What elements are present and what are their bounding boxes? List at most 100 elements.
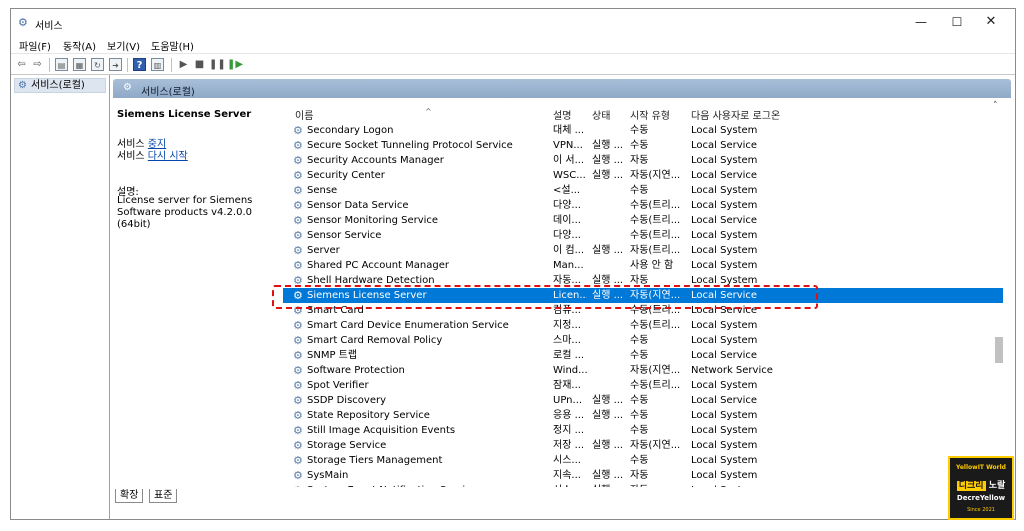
- table-row[interactable]: ⚙ Server 이 컴... 실행 ... 자동(트리... Local System: [283, 243, 1003, 258]
- table-row[interactable]: ⚙ SSDP Discovery UPn... 실행 ... 수동 Local Servi…: [283, 393, 1003, 408]
- back-arrow-icon[interactable]: ⇦: [15, 58, 28, 71]
- service-gear-icon: ⚙: [293, 394, 303, 407]
- service-description: 응용 ...: [553, 410, 585, 421]
- export-list-icon[interactable]: ➜: [109, 58, 122, 71]
- column-header-logon-as[interactable]: 다음 사용자로 로그온: [691, 107, 780, 122]
- service-name: SysMain: [307, 470, 349, 481]
- service-logon-as: Local System: [691, 230, 758, 241]
- restart-service-link[interactable]: 다시 시작: [148, 151, 188, 162]
- toolbar-separator: [49, 58, 50, 72]
- restart-icon[interactable]: ❚▶: [227, 58, 243, 71]
- minimize-button[interactable]: —: [903, 12, 939, 32]
- column-header-startup-type[interactable]: 시작 유형: [630, 107, 670, 122]
- service-status: 실행 ...: [592, 395, 624, 406]
- table-row[interactable]: ⚙ Sensor Data Service 다양... 수동(트리... Local S…: [283, 198, 1003, 213]
- service-logon-as: Local System: [691, 455, 758, 466]
- table-row[interactable]: ⚙ SysMain 지속... 실행 ... 자동 Local System: [283, 468, 1003, 483]
- stop-icon[interactable]: ■: [193, 58, 206, 71]
- scroll-up-arrow-icon[interactable]: ˄: [993, 101, 998, 111]
- table-row[interactable]: ⚙ Secure Socket Tunneling Protocol Servic…: [283, 138, 1003, 153]
- table-row[interactable]: ⚙ Sense <설... 수동 Local System: [283, 183, 1003, 198]
- service-logon-as: Local System: [691, 335, 758, 346]
- column-header-status[interactable]: 상태: [592, 107, 610, 122]
- tab-extended[interactable]: 확장: [115, 489, 144, 503]
- table-row[interactable]: ⚙ Security Center WSC... 실행 ... 자동(지연... Loca…: [283, 168, 1003, 183]
- service-gear-icon: ⚙: [293, 214, 303, 227]
- service-gear-icon: ⚙: [293, 364, 303, 377]
- refresh-icon[interactable]: ↻: [91, 58, 104, 71]
- service-logon-as: Local System: [691, 125, 758, 136]
- table-row[interactable]: ⚙ Smart Card Device Enumeration Service 지정…: [283, 318, 1003, 333]
- service-startup-type: 수동(트리...: [630, 380, 681, 391]
- service-description: 스마...: [553, 335, 581, 346]
- console-tree-icon[interactable]: ▤: [55, 58, 68, 71]
- service-status: 실행 ...: [592, 245, 624, 256]
- service-startup-type: 자동(트리...: [630, 245, 681, 256]
- service-startup-type: 사용 안 함: [630, 260, 674, 271]
- service-gear-icon: ⚙: [293, 334, 303, 347]
- service-gear-icon: ⚙: [293, 199, 303, 212]
- service-startup-type: 수동: [630, 425, 649, 436]
- watermark-logo: YellowIT World 디크리 노랄 DecreYellow Since …: [948, 456, 1014, 520]
- column-header-description[interactable]: 설명: [553, 107, 571, 122]
- service-name: Still Image Acquisition Events: [307, 425, 456, 436]
- console-tree: ⚙ 서비스(로컬): [11, 75, 110, 519]
- service-logon-as: Local System: [691, 185, 758, 196]
- table-row[interactable]: ⚙ Software Protection Wind... 자동(지연... Netwo…: [283, 363, 1003, 378]
- service-description: 정지 ...: [553, 425, 585, 436]
- forward-arrow-icon[interactable]: ⇨: [31, 58, 44, 71]
- properties-icon[interactable]: ▦: [73, 58, 86, 71]
- service-logon-as: Local System: [691, 425, 758, 436]
- service-startup-type: 수동: [630, 140, 649, 151]
- service-name: SNMP 트랩: [307, 350, 358, 361]
- menu-action[interactable]: 동작(A): [63, 38, 96, 53]
- table-row[interactable]: ⚙ State Repository Service 응용 ... 실행 ... 수동 L…: [283, 408, 1003, 423]
- close-button[interactable]: ✕: [973, 12, 1009, 32]
- service-logon-as: Local System: [691, 410, 758, 421]
- table-row[interactable]: ⚙ Still Image Acquisition Events 정지 ... 수동 L…: [283, 423, 1003, 438]
- maximize-button[interactable]: ☐: [939, 12, 975, 32]
- table-row[interactable]: ⚙ SNMP 트랩 로컬 ... 수동 Local Service: [283, 348, 1003, 363]
- table-row[interactable]: ⚙ Sensor Monitoring Service 데이... 수동(트리... L…: [283, 213, 1003, 228]
- table-row[interactable]: ⚙ Security Accounts Manager 이 서... 실행 ... 자동…: [283, 153, 1003, 168]
- service-description: 지속...: [553, 470, 581, 481]
- service-name: State Repository Service: [307, 410, 430, 421]
- table-row[interactable]: ⚙ Sensor Service 다양... 수동(트리... Local System: [283, 228, 1003, 243]
- service-description: 로컬 ...: [553, 350, 585, 361]
- play-icon[interactable]: ▶: [177, 58, 190, 71]
- restart-prefix: 서비스: [117, 151, 148, 162]
- service-gear-icon: ⚙: [293, 349, 303, 362]
- menu-help[interactable]: 도움말(H): [151, 38, 194, 53]
- service-name: Software Protection: [307, 365, 405, 376]
- tab-standard[interactable]: 표준: [149, 489, 178, 503]
- window-title: 서비스: [35, 21, 63, 32]
- column-header-name[interactable]: 이름 ^: [295, 107, 432, 122]
- help-icon[interactable]: ?: [133, 58, 146, 71]
- service-status: 실행 ...: [592, 140, 624, 151]
- show-pane-icon[interactable]: ▥: [151, 58, 164, 71]
- table-row[interactable]: ⚙ Storage Service 저장 ... 실행 ... 자동(지연... Loca…: [283, 438, 1003, 453]
- vertical-scrollbar[interactable]: ˄: [993, 101, 1005, 487]
- service-name: Smart Card Removal Policy: [307, 335, 443, 346]
- service-description: 잠재...: [553, 380, 581, 391]
- table-row[interactable]: ⚙ Shared PC Account Manager Man... 사용 안 함 Lo…: [283, 258, 1003, 273]
- extended-info-panel: Siemens License Server 서비스 중지 서비스 다시 시작 …: [117, 101, 275, 481]
- menu-file[interactable]: 파일(F): [19, 38, 51, 53]
- service-name: Sense: [307, 185, 338, 196]
- scroll-thumb[interactable]: [995, 337, 1003, 363]
- menu-view[interactable]: 보기(V): [107, 38, 140, 53]
- pause-icon[interactable]: ❚❚: [209, 58, 226, 71]
- table-row[interactable]: ⚙ Smart Card Removal Policy 스마... 수동 Local S…: [283, 333, 1003, 348]
- service-startup-type: 자동: [630, 155, 649, 166]
- sort-ascending-icon: ^: [425, 107, 432, 116]
- service-gear-icon: ⚙: [293, 244, 303, 257]
- service-description: 시스...: [553, 455, 581, 466]
- service-description: License server for Siemens Software prod…: [117, 195, 253, 230]
- table-row[interactable]: ⚙ Secondary Logon 대체 ... 수동 Local System: [283, 123, 1003, 138]
- logo-since-text: Since 2021: [967, 507, 995, 513]
- service-startup-type: 수동: [630, 125, 649, 136]
- table-row[interactable]: ⚙ Storage Tiers Management 시스... 수동 Local Sy…: [283, 453, 1003, 468]
- tree-item-services-local[interactable]: ⚙ 서비스(로컬): [14, 78, 106, 93]
- table-row[interactable]: ⚙ Spot Verifier 잠재... 수동(트리... Local System: [283, 378, 1003, 393]
- service-name: Sensor Monitoring Service: [307, 215, 439, 226]
